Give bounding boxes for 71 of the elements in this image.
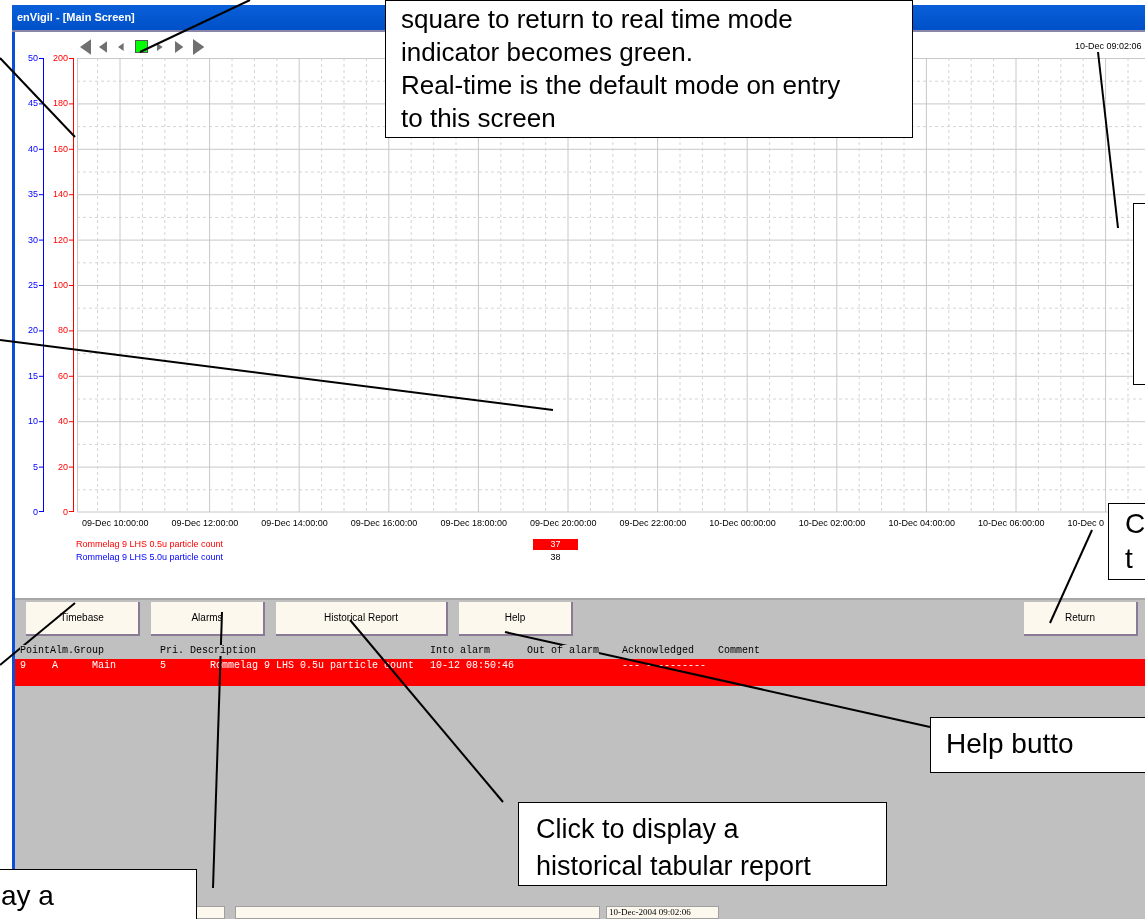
- axis-label: 20: [57, 461, 68, 472]
- table-cell-text: --- - --------: [622, 660, 706, 673]
- timestamp: 10-Dec 09:02:06: [1075, 40, 1142, 53]
- toolbar-button[interactable]: Help: [459, 601, 573, 636]
- column-header: Pri. Description: [160, 645, 258, 657]
- callout-text: ay a: [1, 879, 54, 913]
- axis-label: 09-Dec 16:00:00: [350, 518, 418, 528]
- table-cell-text: 10-12 08:50:46: [430, 660, 515, 673]
- axis-label: 80: [57, 325, 68, 336]
- axis-label: 160: [51, 143, 68, 154]
- callout-text: square to return to real time mode: [401, 3, 793, 36]
- axis-label: 09-Dec 22:00:00: [619, 518, 687, 528]
- toolbar-button[interactable]: Timebase: [26, 601, 140, 636]
- axis-label: 45: [27, 98, 38, 109]
- axis-label: 5: [32, 461, 38, 472]
- realtime-indicator[interactable]: [135, 40, 148, 53]
- axis-label: 140: [51, 189, 68, 200]
- axis-label: 15: [27, 370, 38, 381]
- axis-label: 25: [27, 280, 38, 290]
- axis-label: 10: [27, 416, 38, 427]
- axis-label: 40: [27, 143, 38, 154]
- table-cell-text: 9: [20, 660, 27, 673]
- axis-label: 180: [51, 98, 68, 109]
- triangle-right-icon[interactable]: [157, 43, 163, 51]
- axis-label: 09-Dec 14:00:00: [261, 518, 328, 528]
- column-header: Out of alarm: [527, 645, 601, 657]
- axis-label: 35: [27, 189, 38, 200]
- axis-label: 200: [51, 53, 68, 63]
- table-cell-text: 5: [160, 660, 167, 673]
- axis-label: 0: [62, 507, 68, 517]
- axis-label: 60: [57, 370, 68, 381]
- status-datetime: 10-Dec-2004 09:02:06: [606, 906, 719, 919]
- column-header: PointAlm.Group: [20, 645, 106, 657]
- axis-label: 10-Dec 04:00:00: [888, 518, 955, 528]
- toolbar-button[interactable]: Alarms: [151, 601, 265, 636]
- callout-text: Click to display a: [536, 813, 739, 846]
- callout-text: historical tabular report: [536, 850, 811, 883]
- axis-label: 10-Dec 06:00:00: [978, 518, 1045, 528]
- callout-text: C: [1125, 507, 1145, 541]
- axis-label: 30: [27, 234, 38, 245]
- callout-text: to this screen: [401, 102, 556, 135]
- triangle-left-icon[interactable]: [80, 39, 92, 55]
- axis-label: 0: [32, 507, 38, 517]
- column-header: Acknowledged: [622, 645, 696, 657]
- legend-value: 38: [549, 552, 562, 563]
- table-cell-text: A: [52, 660, 59, 673]
- axis-label: 40: [57, 416, 68, 427]
- callout-text: Help butto: [946, 727, 1074, 761]
- callout-text: Real-time is the default mode on entry: [401, 69, 841, 102]
- callout-text: t: [1125, 542, 1133, 576]
- axis-label: 10-Dec 00:00:00: [709, 518, 776, 528]
- axis-label: 09-Dec 18:00:00: [440, 518, 507, 528]
- axis-label: 100: [51, 280, 68, 290]
- legend-label: Rommelag 9 LHS 5.0u particle count: [76, 552, 224, 563]
- window-title: enVigil - [Main Screen]: [17, 10, 135, 26]
- return-button[interactable]: Return: [1024, 601, 1138, 636]
- axis-label: 09-Dec 12:00:00: [171, 518, 239, 528]
- triangle-left-icon[interactable]: [99, 41, 108, 53]
- table-cell-text: Main: [92, 660, 117, 673]
- axis-label: 50: [27, 53, 38, 63]
- triangle-left-icon[interactable]: [118, 43, 124, 51]
- callout-text: indicator becomes green.: [401, 36, 693, 69]
- legend-value: 37: [533, 539, 578, 550]
- axis-label: 20: [27, 325, 38, 336]
- toolbar-button[interactable]: Historical Report: [276, 601, 448, 636]
- axis-label: 10-Dec 0: [1067, 518, 1105, 528]
- axis-label: 10-Dec 02:00:00: [798, 518, 866, 528]
- axis-label: 120: [51, 234, 68, 245]
- axis-label: 09-Dec 10:00:00: [82, 518, 149, 528]
- axis-label: 09-Dec 20:00:00: [530, 518, 597, 528]
- legend-label: Rommelag 9 LHS 0.5u particle count: [76, 539, 224, 550]
